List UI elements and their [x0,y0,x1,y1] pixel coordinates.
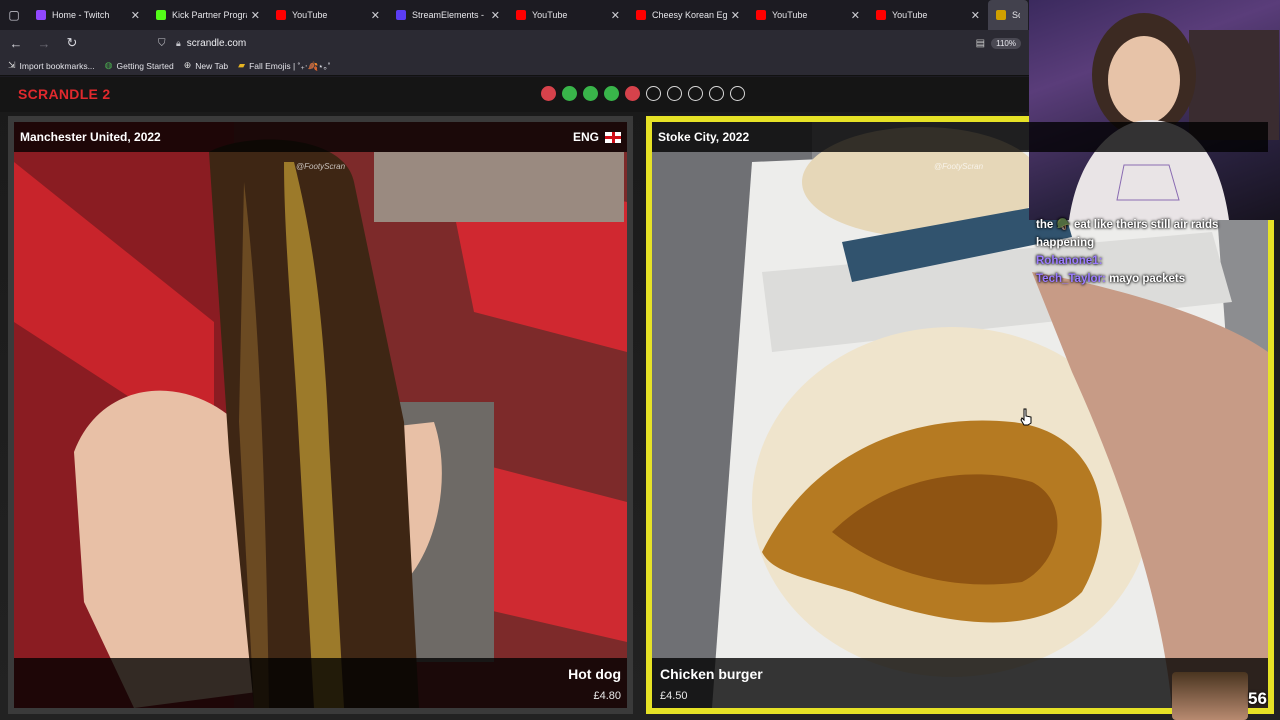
tab-favicon-icon [516,10,526,20]
reader-view-icon[interactable]: ▤ [976,38,985,49]
right-dish-price: £4.50 [660,690,688,702]
import-icon: ⇲ [8,60,16,70]
left-club-year: Manchester United, 2022 [20,130,161,144]
bookmark-label: New Tab [195,60,229,71]
scrandle-logo[interactable]: SCRANDLE 2 [18,86,110,102]
tab-favicon-icon [36,10,46,20]
hot-dog-photo [14,122,627,708]
tab-favicon-icon [156,10,166,20]
progress-dot-red [541,86,556,101]
streamer-webcam [1029,0,1280,220]
tab-favicon-icon [876,10,886,20]
browser-tab[interactable]: YouTube ✕ [268,0,388,30]
browser-tab[interactable]: YouTube ✕ [868,0,988,30]
progress-dot-empty [730,86,745,101]
right-dish-name: Chicken burger [660,666,763,682]
browser-tab[interactable]: StreamElements - My c ✕ [388,0,508,30]
back-arrow-icon[interactable]: ← [4,31,28,55]
left-card-header: Manchester United, 2022 ENG [14,122,627,152]
bookmark-label: Import bookmarks... [19,60,95,71]
game-header: SCRANDLE 2 [0,77,1030,112]
bookmark-item[interactable]: ▰ Fall Emojis | ˚₊‧🍂⋆｡˚ [238,60,330,72]
url-text[interactable]: scrandle.com [187,38,246,49]
folder-icon: ▰ [238,60,246,70]
globe-icon: ⊕ [183,60,192,70]
close-tab-icon[interactable]: ✕ [971,9,980,22]
browser-tab[interactable]: YouTube ✕ [508,0,628,30]
zoom-level[interactable]: 110% [991,37,1021,49]
tab-favicon-icon [396,10,406,20]
tab-title: YouTube [772,10,808,20]
progress-dot-empty [709,86,724,101]
stream-counter: 56 [1248,689,1267,708]
tab-title: StreamElements - My c [412,10,487,20]
progress-dot-red [625,86,640,101]
chat-message: Tech_Taylor: mayo packets [1036,270,1276,288]
browser-tab[interactable]: YouTube ✕ [748,0,868,30]
bookmark-item[interactable]: ◍ Getting Started [105,60,174,71]
bookmarks-toolbar: ⇲ Import bookmarks... ◍ Getting Started ⊕ New… [0,56,1030,76]
progress-dot-green [583,86,598,101]
browser-tab[interactable]: Cheesy Korean Egg To: ✕ [628,0,748,30]
right-card-header: Stoke City, 2022 [652,122,1268,152]
left-country-code: ENG [572,130,599,144]
forward-arrow-icon[interactable]: → [32,31,56,55]
list-all-tabs-icon[interactable]: ▢ [0,0,28,30]
right-watermark: @FootyScran [934,162,984,171]
chat-message: Rohanone1: [1036,252,1276,270]
left-country: ENG [573,130,621,144]
tab-title: Kick Partner Program - [172,10,247,20]
left-watermark: @FootyScran [296,162,346,171]
close-tab-icon[interactable]: ✕ [731,9,740,22]
tab-favicon-icon [996,10,1006,20]
tab-favicon-icon [276,10,286,20]
progress-dot-green [604,86,619,101]
close-tab-icon[interactable]: ✕ [611,9,620,22]
left-dish-price: £4.80 [593,690,621,702]
navigation-bar: ← → ↻ ⛉ 🔒︎ scrandle.com ▤ 110% [0,30,1030,56]
tab-favicon-icon [636,10,646,20]
guest-webcam [1172,672,1248,720]
tab-favicon-icon [756,10,766,20]
bookmark-item[interactable]: ⊕ New Tab [184,60,228,71]
left-choice-card[interactable]: Manchester United, 2022 ENG @FootyScran … [8,116,633,714]
tab-title: YouTube [892,10,928,20]
hand-cursor-icon [1020,408,1032,426]
tab-title: Home - Twitch [52,10,110,20]
chat-username: Tech_Taylor: [1036,273,1106,285]
chat-username: Rohanone1: [1036,255,1103,267]
left-card-footer: Hot dog £4.80 [14,658,627,708]
progress-dot-empty [667,86,682,101]
browser-tab[interactable]: Home - Twitch ✕ [28,0,148,30]
close-tab-icon[interactable]: ✕ [131,9,140,22]
firefox-icon: ◍ [104,60,113,70]
close-tab-icon[interactable]: ✕ [851,9,860,22]
bookmark-label: Getting Started [116,60,174,71]
tracking-shield-icon[interactable]: ⛉ [158,38,170,49]
left-dish-name: Hot dog [568,666,621,682]
chat-text: mayo packets [1109,273,1186,285]
chat-message: the 🪖 eat like theirs still air raids ha… [1036,219,1219,249]
england-flag-icon [605,131,621,143]
browser-tab[interactable]: Kick Partner Program - ✕ [148,0,268,30]
bookmark-item[interactable]: ⇲ Import bookmarks... [8,60,95,71]
browser-tab[interactable]: Scran [988,0,1028,30]
reload-icon[interactable]: ↻ [60,31,84,55]
close-tab-icon[interactable]: ✕ [251,9,260,22]
lock-icon[interactable]: 🔒︎ [176,38,181,49]
progress-dot-empty [646,86,661,101]
close-tab-icon[interactable]: ✕ [491,9,500,22]
tab-title: YouTube [532,10,568,20]
right-club-year: Stoke City, 2022 [658,130,750,144]
tab-title: Cheesy Korean Egg To: [652,10,727,20]
stream-chat-overlay: the 🪖 eat like theirs still air raids ha… [1036,216,1276,288]
address-bar[interactable]: ⛉ 🔒︎ scrandle.com ▤ 110% [150,33,1025,53]
bookmark-label: Fall Emojis | ˚₊‧🍂⋆｡˚ [249,60,331,71]
progress-dot-empty [688,86,703,101]
progress-dots [541,86,745,101]
tab-title: YouTube [292,10,328,20]
progress-dot-green [562,86,577,101]
close-tab-icon[interactable]: ✕ [371,9,380,22]
tab-title: Scran [1012,10,1020,20]
